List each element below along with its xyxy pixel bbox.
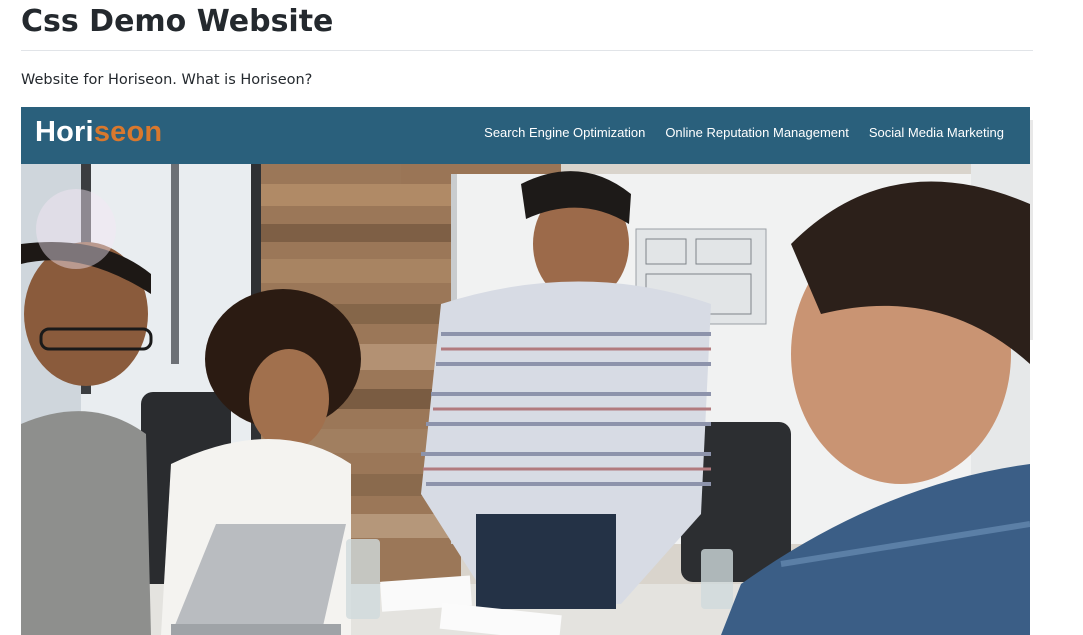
team-meeting-photo-icon <box>21 164 1030 635</box>
scroll-edge <box>1030 120 1033 340</box>
horiseon-logo[interactable]: Horiseon <box>35 116 162 149</box>
logo-part-2: seon <box>93 116 163 148</box>
site-nav: Search Engine Optimization Online Reputa… <box>484 125 1004 140</box>
nav-link-seo[interactable]: Search Engine Optimization <box>484 125 645 140</box>
nav-link-reputation[interactable]: Online Reputation Management <box>665 125 849 140</box>
nav-link-social-media[interactable]: Social Media Marketing <box>869 125 1004 140</box>
page: Css Demo Website Website for Horiseon. W… <box>0 0 1083 635</box>
hero-image <box>21 164 1030 635</box>
intro-text: Website for Horiseon. What is Horiseon? <box>21 72 313 88</box>
horiseon-site-preview: Horiseon Search Engine Optimization Onli… <box>21 107 1030 635</box>
page-title: Css Demo Website <box>21 4 334 39</box>
site-header: Horiseon Search Engine Optimization Onli… <box>21 107 1030 164</box>
logo-part-1: Hori <box>35 116 94 148</box>
title-divider <box>21 50 1033 51</box>
